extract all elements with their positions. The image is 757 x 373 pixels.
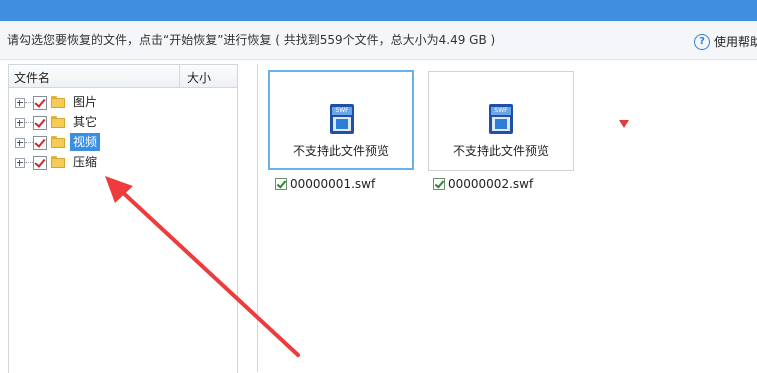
annotation-arrow xyxy=(105,176,300,357)
